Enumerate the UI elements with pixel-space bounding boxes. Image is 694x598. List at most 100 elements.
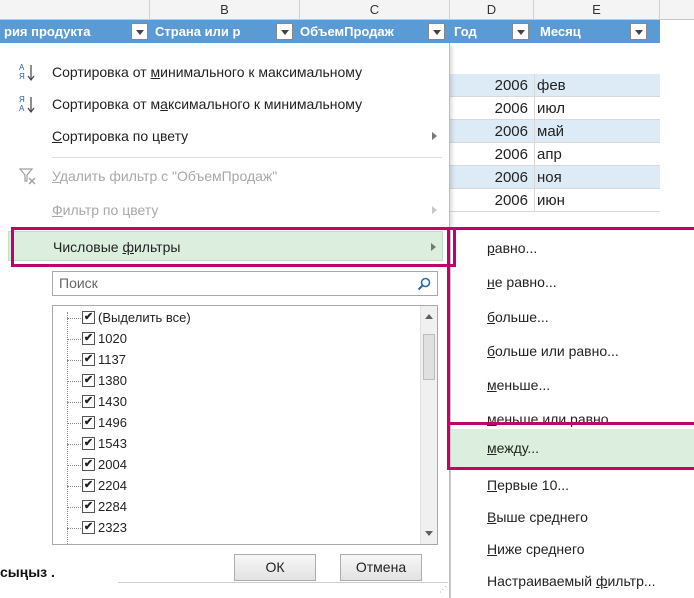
sort-descending-item[interactable]: Я А Сортировка от максимального к минима… <box>8 89 443 119</box>
header-country: Страна или р <box>155 24 241 39</box>
submenu-item-not-equals[interactable]: не равно... <box>451 266 694 299</box>
month-cell[interactable]: ноя <box>534 166 654 189</box>
table-row[interactable]: 2006 ноя <box>450 166 660 189</box>
scroll-up-icon[interactable] <box>425 314 433 319</box>
month-cell[interactable]: июн <box>534 189 654 212</box>
scroll-thumb[interactable] <box>423 334 435 380</box>
chevron-right-icon <box>432 206 437 214</box>
checkbox[interactable]: ✔ <box>82 374 95 387</box>
table-row[interactable]: 2006 май <box>450 120 660 143</box>
month-cell[interactable]: фев <box>534 74 654 97</box>
number-filters-submenu: равно... не равно... больше... больше ил… <box>450 229 694 598</box>
list-item-label: 2323 <box>98 520 127 535</box>
checkbox[interactable]: ✔ <box>82 458 95 471</box>
checkbox[interactable]: ✔ <box>82 500 95 513</box>
checkbox[interactable]: ✔ <box>82 437 95 450</box>
chevron-right-icon <box>431 243 436 251</box>
filter-dropdown-icon[interactable] <box>131 23 148 40</box>
menu-label: ксимального к минимальному <box>167 96 363 112</box>
column-header-bar: B C D E <box>0 0 694 20</box>
checkbox[interactable]: ✔ <box>82 395 95 408</box>
header-sales: ОбъемПродаж <box>300 24 394 39</box>
list-item-label: 2204 <box>98 478 127 493</box>
list-item-label: 1020 <box>98 331 127 346</box>
submenu-item-less[interactable]: меньше... <box>451 369 694 402</box>
year-cell[interactable]: 2006 <box>450 97 532 120</box>
checkbox[interactable]: ✔ <box>82 332 95 345</box>
search-input[interactable]: Поиск <box>52 271 438 296</box>
menu-label-accel: П <box>487 477 498 493</box>
menu-label: Сортировка от <box>52 64 151 80</box>
header-year: Год <box>454 24 477 39</box>
autofilter-menu: А Я Сортировка от минимального к максима… <box>0 43 450 598</box>
menu-label-accel: ф <box>122 239 134 255</box>
svg-text:Я: Я <box>19 95 25 104</box>
submenu-item-above-average[interactable]: Выше среднего <box>451 501 694 534</box>
submenu-item-between[interactable]: между... <box>451 429 694 467</box>
filter-dropdown-icon[interactable] <box>630 23 647 40</box>
list-scrollbar[interactable] <box>420 306 437 544</box>
table-row[interactable]: 2006 апр <box>450 143 660 166</box>
cancel-button[interactable]: Отмена <box>340 554 422 581</box>
menu-label: ортировка по цвету <box>62 128 189 144</box>
search-placeholder: Поиск <box>59 275 98 291</box>
table-row[interactable]: 2006 фев <box>450 74 660 97</box>
menu-label: инимального к максимальному <box>160 64 363 80</box>
svg-text:А: А <box>19 104 25 113</box>
menu-label: ильтр по цвету <box>62 202 159 218</box>
submenu-item-greater-or-equal[interactable]: больше или равно... <box>451 335 694 368</box>
checkbox[interactable]: ✔ <box>82 521 95 534</box>
ok-button[interactable]: ОК <box>234 554 316 581</box>
table-row[interactable]: 2006 июл <box>450 97 660 120</box>
scroll-down-icon[interactable] <box>425 531 433 536</box>
table-row[interactable]: 2006 июн <box>450 189 660 212</box>
filter-dropdown-icon[interactable] <box>512 23 529 40</box>
year-cell[interactable]: 2006 <box>450 74 532 97</box>
sort-ascending-item[interactable]: А Я Сортировка от минимального к максима… <box>8 57 443 87</box>
filter-by-color-item[interactable]: Фильтр по цвету <box>8 195 443 225</box>
submenu-item-equals[interactable]: равно... <box>451 232 694 265</box>
month-cell[interactable]: июл <box>534 97 654 120</box>
menu-label-accel: Н <box>487 541 498 557</box>
column-d-header[interactable]: D <box>450 0 534 20</box>
year-cell[interactable]: 2006 <box>450 143 532 166</box>
list-item-label: 2284 <box>98 499 127 514</box>
resize-grip-icon[interactable]: ⋰ <box>439 585 447 594</box>
year-cell[interactable]: 2006 <box>450 166 532 189</box>
column-c-header[interactable]: C <box>300 0 450 20</box>
menu-divider <box>52 157 442 158</box>
submenu-item-below-average[interactable]: Ниже среднего <box>451 533 694 566</box>
sort-by-color-item[interactable]: Сортировка по цвету <box>8 121 443 151</box>
checkbox[interactable]: ✔ <box>82 479 95 492</box>
checkbox[interactable]: ✔ <box>82 353 95 366</box>
year-cell[interactable]: 2006 <box>450 189 532 212</box>
month-cell[interactable]: апр <box>534 143 654 166</box>
menu-label: ильтры <box>133 239 181 255</box>
submenu-item-top-10[interactable]: Первые 10... <box>451 469 694 502</box>
number-filters-item[interactable]: Числовые фильтры <box>8 231 443 261</box>
clear-filter-item[interactable]: Удалить фильтр с "ОбъемПродаж" <box>8 161 443 191</box>
menu-label-accel: б <box>487 309 496 325</box>
list-item-label: 1543 <box>98 436 127 451</box>
checkbox[interactable]: ✔ <box>82 416 95 429</box>
sort-ascending-icon: А Я <box>18 62 38 82</box>
checkbox[interactable]: ✔ <box>82 311 95 324</box>
filter-dropdown-active-icon[interactable] <box>428 23 445 40</box>
column-a-header[interactable] <box>0 0 150 20</box>
caption-underline <box>118 582 448 583</box>
column-e-header[interactable]: E <box>534 0 660 20</box>
menu-label: еньше или равно... <box>496 411 621 427</box>
column-b-header[interactable]: B <box>150 0 300 20</box>
menu-label-accel: В <box>487 509 497 525</box>
search-icon[interactable] <box>417 275 431 291</box>
filter-dropdown-icon[interactable] <box>276 23 293 40</box>
list-item-label: 1430 <box>98 394 127 409</box>
month-cell[interactable]: май <box>534 120 654 143</box>
year-cell[interactable]: 2006 <box>450 120 532 143</box>
menu-label-accel: м <box>487 440 497 456</box>
submenu-item-custom-filter[interactable]: Настраиваемый фильтр... <box>451 565 694 598</box>
menu-label-accel: ф <box>595 573 608 589</box>
chevron-right-icon <box>432 132 437 140</box>
submenu-item-greater[interactable]: больше... <box>451 301 694 334</box>
menu-label: е равно... <box>494 274 557 290</box>
